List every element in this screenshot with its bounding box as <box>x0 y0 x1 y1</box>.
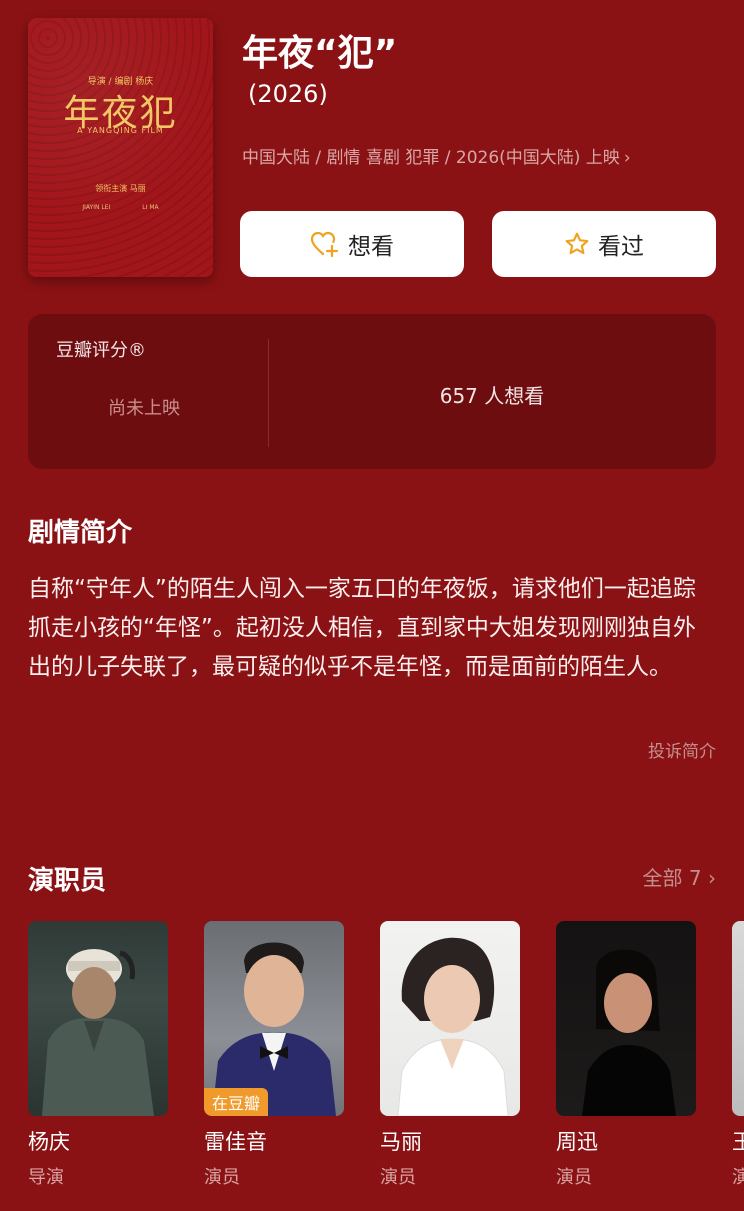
douban-badge: 在豆瓣 <box>204 1088 269 1116</box>
movie-poster[interactable]: 导演 / 编剧 杨庆 年夜犯 A YANGQING FILM 领衔主演 马丽 J… <box>28 18 213 277</box>
synopsis-text: 自称“守年人”的陌生人闯入一家五口的年夜饭，请求他们一起追踪抓走小孩的“年怪”。… <box>28 576 696 680</box>
rating-label: 豆瓣评分® <box>56 340 146 361</box>
cast-role: 演员 <box>556 1167 592 1188</box>
heart-plus-icon <box>310 231 340 257</box>
cast-photo <box>556 921 696 1116</box>
cast-name: 雷佳音 <box>204 1130 267 1154</box>
movie-title: 年夜“犯” <box>242 33 398 74</box>
cast-name: 王 <box>732 1130 744 1154</box>
cast-card[interactable]: 王 演 <box>732 921 744 1188</box>
cast-card[interactable]: 杨庆 导演 <box>28 921 168 1188</box>
cast-role: 演员 <box>380 1167 416 1188</box>
cast-name: 周迅 <box>556 1130 598 1154</box>
cast-role: 演 <box>732 1167 744 1188</box>
star-icon <box>564 231 590 257</box>
cast-all-label: 全部 7 <box>642 866 702 890</box>
cast-list[interactable]: 杨庆 导演 在豆瓣 雷佳音 演员 马丽 演员 周迅 演员 王 演 <box>28 921 744 1191</box>
movie-meta: 中国大陆 / 剧情 喜剧 犯罪 / 2026(中国大陆) 上映 <box>242 148 620 168</box>
cast-all-link[interactable]: 全部 7 › <box>643 862 716 891</box>
movie-meta-link[interactable]: 中国大陆 / 剧情 喜剧 犯罪 / 2026(中国大陆) 上映 › <box>242 143 631 168</box>
cast-name: 杨庆 <box>28 1130 70 1154</box>
poster-subtitle: A YANGQING FILM <box>77 126 164 135</box>
poster-cast: 领衔主演 马丽 <box>95 184 146 193</box>
report-synopsis-link[interactable]: 投诉简介 <box>648 737 716 762</box>
rating-status: 尚未上映 <box>108 398 180 419</box>
cast-photo <box>28 921 168 1116</box>
cast-role: 导演 <box>28 1167 64 1188</box>
rating-panel: 豆瓣评分® 尚未上映 657 人想看 <box>28 314 716 469</box>
cast-name: 马丽 <box>380 1130 422 1154</box>
poster-name: LI MA <box>142 204 159 211</box>
poster-names: JIAYIN LEI LI MA <box>28 204 213 211</box>
poster-name: JIAYIN LEI <box>82 204 111 211</box>
cast-card[interactable]: 周迅 演员 <box>556 921 696 1188</box>
watched-button[interactable]: 看过 <box>492 211 716 277</box>
cast-card[interactable]: 在豆瓣 雷佳音 演员 <box>204 921 344 1188</box>
synopsis-heading: 剧情简介 <box>28 518 133 548</box>
chevron-right-icon: › <box>623 148 631 168</box>
seen-label: 看过 <box>598 234 644 260</box>
want-label: 想看 <box>348 234 394 260</box>
cast-photo <box>380 921 520 1116</box>
cast-card[interactable]: 马丽 演员 <box>380 921 520 1188</box>
cast-photo <box>732 921 744 1116</box>
cast-photo: 在豆瓣 <box>204 921 344 1116</box>
cast-role: 演员 <box>204 1167 240 1188</box>
want-to-watch-button[interactable]: 想看 <box>240 211 464 277</box>
cast-heading: 演职员 <box>28 866 107 896</box>
chevron-right-icon: › <box>708 866 716 890</box>
want-count: 657 人想看 <box>439 384 545 408</box>
movie-year: (2026) <box>248 80 328 108</box>
